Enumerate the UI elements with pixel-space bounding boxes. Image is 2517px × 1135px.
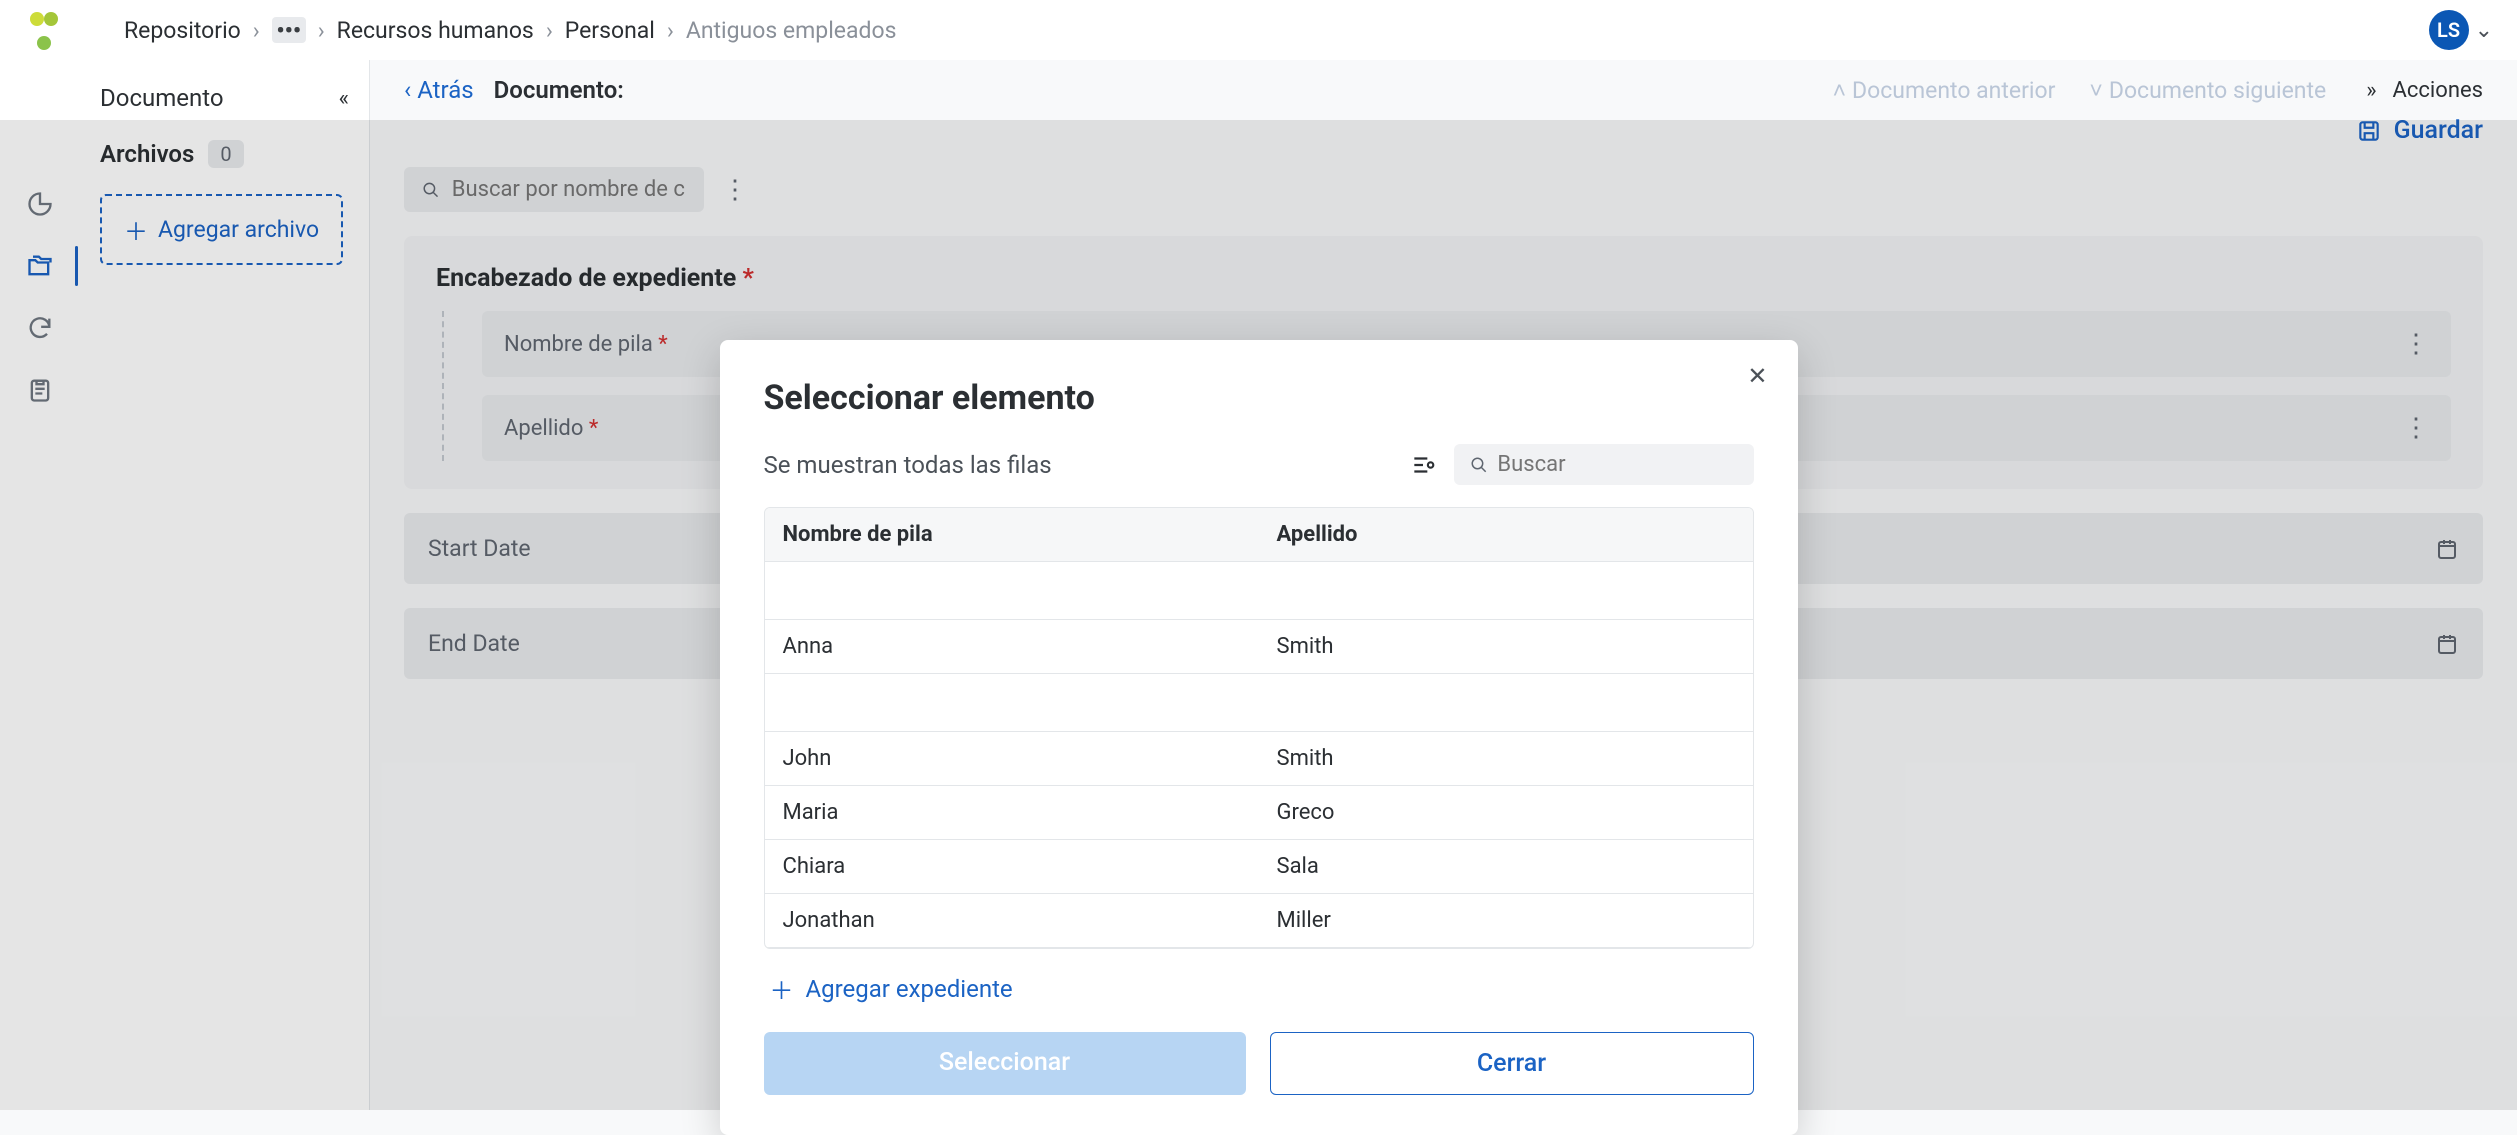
cell-first-name: Jonathan <box>765 894 1259 947</box>
search-icon <box>1470 455 1488 475</box>
table-row[interactable]: MariaGreco <box>765 786 1753 840</box>
chevron-right-icon: › <box>667 17 674 44</box>
breadcrumb-repo[interactable]: Repositorio <box>124 17 241 44</box>
table-row[interactable] <box>765 562 1753 620</box>
breadcrumb-hr[interactable]: Recursos humanos <box>337 17 534 44</box>
modal-search[interactable] <box>1454 444 1754 485</box>
collapse-left-icon[interactable]: « <box>339 86 349 111</box>
cell-last-name <box>1259 562 1753 619</box>
results-table: Nombre de pila Apellido AnnaSmithJohnSmi… <box>764 507 1754 949</box>
chevron-right-icon: › <box>546 17 553 44</box>
expand-right-icon[interactable]: » <box>2366 78 2376 103</box>
cell-last-name: Miller <box>1259 894 1753 947</box>
breadcrumb-ellipsis[interactable]: ••• <box>272 17 306 43</box>
cell-last-name: Greco <box>1259 786 1753 839</box>
cell-last-name: Smith <box>1259 732 1753 785</box>
avatar: LS <box>2429 10 2469 50</box>
table-row[interactable]: JohnSmith <box>765 732 1753 786</box>
cell-first-name <box>765 562 1259 619</box>
add-record-label: Agregar expediente <box>806 975 1013 1003</box>
cell-first-name <box>765 674 1259 731</box>
filter-icon[interactable] <box>1410 452 1436 478</box>
chevron-right-icon: › <box>318 17 325 44</box>
modal-overlay: ✕ Seleccionar elemento Se muestran todas… <box>0 120 2517 1110</box>
cell-first-name: Chiara <box>765 840 1259 893</box>
panel-title: Documento <box>100 84 224 112</box>
col-first-name[interactable]: Nombre de pila <box>765 508 1259 561</box>
table-header: Nombre de pila Apellido <box>765 508 1753 562</box>
add-record-button[interactable]: ＋ Agregar expediente <box>764 971 1754 1006</box>
chevron-down-icon: ˅ <box>2089 77 2102 104</box>
cell-first-name: Maria <box>765 786 1259 839</box>
back-button[interactable]: ‹ Atrás <box>404 76 474 104</box>
cell-first-name: John <box>765 732 1259 785</box>
topbar: Repositorio › ••• › Recursos humanos › P… <box>0 0 2517 60</box>
app-logo <box>24 10 64 50</box>
prev-doc-button[interactable]: ˄ Documento anterior <box>1833 77 2056 104</box>
close-icon[interactable]: ✕ <box>1747 362 1767 390</box>
table-row[interactable]: ChiaraSala <box>765 840 1753 894</box>
next-doc-button[interactable]: ˅ Documento siguiente <box>2089 77 2326 104</box>
cell-last-name <box>1259 674 1753 731</box>
document-label: Documento: <box>494 76 624 104</box>
modal-subtext: Se muestran todas las filas <box>764 451 1052 479</box>
col-last-name[interactable]: Apellido <box>1259 508 1753 561</box>
chevron-right-icon: › <box>253 17 260 44</box>
table-row[interactable]: JonathanMiller <box>765 894 1753 948</box>
breadcrumb: Repositorio › ••• › Recursos humanos › P… <box>124 17 896 44</box>
user-menu[interactable]: LS ⌄ <box>2429 10 2493 50</box>
select-button[interactable]: Seleccionar <box>764 1032 1246 1095</box>
table-row[interactable] <box>765 674 1753 732</box>
doc-nav: ˄ Documento anterior ˅ Documento siguien… <box>1833 77 2327 104</box>
modal-search-input[interactable] <box>1497 452 1737 477</box>
actions-label[interactable]: Acciones <box>2393 78 2483 103</box>
select-element-modal: ✕ Seleccionar elemento Se muestran todas… <box>720 340 1798 1135</box>
plus-icon: ＋ <box>770 971 794 1006</box>
breadcrumb-personal[interactable]: Personal <box>565 17 655 44</box>
breadcrumb-current: Antiguos empleados <box>686 17 897 44</box>
chevron-up-icon: ˄ <box>1833 77 1846 104</box>
back-label: Atrás <box>417 76 473 104</box>
chevron-down-icon: ⌄ <box>2475 18 2493 43</box>
chevron-left-icon: ‹ <box>404 76 411 104</box>
cell-last-name: Smith <box>1259 620 1753 673</box>
cell-first-name: Anna <box>765 620 1259 673</box>
close-button[interactable]: Cerrar <box>1270 1032 1754 1095</box>
cell-last-name: Sala <box>1259 840 1753 893</box>
table-row[interactable]: AnnaSmith <box>765 620 1753 674</box>
modal-title: Seleccionar elemento <box>764 378 1754 418</box>
